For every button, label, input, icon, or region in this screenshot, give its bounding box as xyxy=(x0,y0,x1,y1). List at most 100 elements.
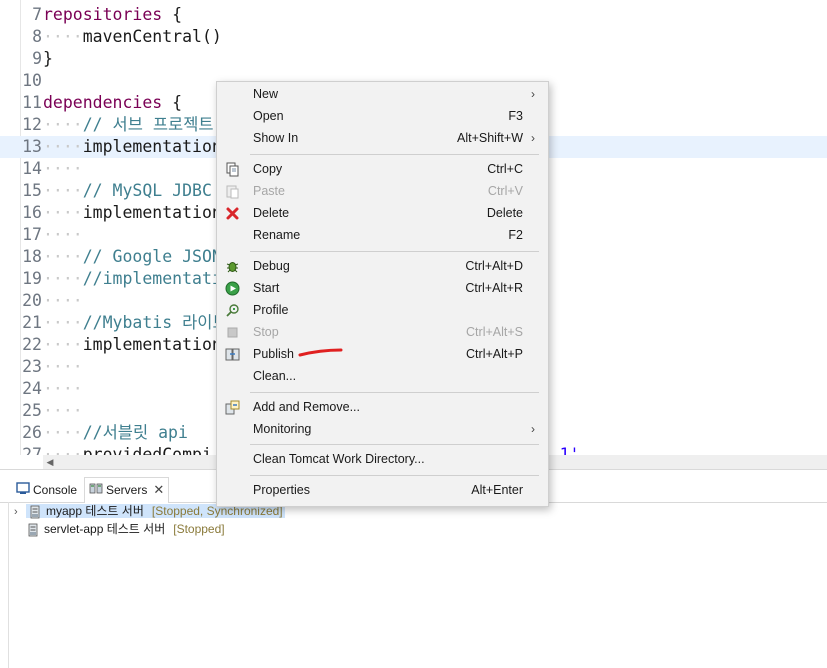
line-number: 19 xyxy=(22,269,42,288)
code-text: ····mavenCentral() xyxy=(43,26,222,48)
tab-servers[interactable]: Servers ✕ xyxy=(84,477,170,503)
menu-separator xyxy=(250,154,539,155)
line-number: 7 xyxy=(32,5,42,24)
line-number: 23 xyxy=(22,357,42,376)
menu-item-shortcut: F2 xyxy=(508,228,523,242)
menu-item-publish[interactable]: Publish Ctrl+Alt+P xyxy=(217,343,548,365)
menu-item-shortcut: Delete xyxy=(486,206,523,220)
code-text: repositories { xyxy=(43,4,182,26)
menu-item-shortcut: Alt+Enter xyxy=(471,483,523,497)
menu-item-open[interactable]: Open F3 xyxy=(217,105,548,127)
menu-item-properties[interactable]: Properties Alt+Enter xyxy=(217,479,548,501)
menu-separator xyxy=(250,475,539,476)
code-text: ····// 서브 프로젝트 xyxy=(43,114,214,136)
publish-icon xyxy=(225,347,240,362)
menu-item-label: Paste xyxy=(253,184,285,198)
code-text: ····// Google JSON xyxy=(43,246,222,268)
menu-item-label: Start xyxy=(253,281,280,295)
menu-item-debug[interactable]: Debug Ctrl+Alt+D xyxy=(217,255,548,277)
code-token: repositories xyxy=(43,5,163,24)
line-number: 17 xyxy=(22,225,42,244)
menu-item-label: Debug xyxy=(253,259,290,273)
menu-item-shortcut: Alt+Shift+W xyxy=(457,131,523,145)
code-token: //implementatio xyxy=(82,269,232,288)
whitespace-marker: ···· xyxy=(43,203,83,222)
menu-separator xyxy=(250,251,539,252)
menu-separator xyxy=(250,444,539,445)
menu-item-clean[interactable]: Clean... xyxy=(217,365,548,387)
annotation-mark xyxy=(298,348,343,357)
tab-console[interactable]: Console xyxy=(16,478,77,502)
context-menu: New › Open F3 Show In Alt+Shift+W › Copy Ctrl+C P… xyxy=(216,81,549,507)
chevron-right-icon[interactable]: › xyxy=(14,503,26,521)
whitespace-marker: ···· xyxy=(43,269,83,288)
tab-console-label: Console xyxy=(33,483,78,497)
panel-divider xyxy=(8,502,9,668)
whitespace-marker: ···· xyxy=(43,247,83,266)
console-icon xyxy=(16,479,30,503)
line-number: 15 xyxy=(22,181,42,200)
code-token: dependencies xyxy=(43,93,163,112)
code-line[interactable]: 8 ····mavenCentral() xyxy=(0,26,827,48)
code-text: ···· xyxy=(43,378,83,400)
menu-item-label: Add and Remove... xyxy=(253,400,361,414)
menu-item-delete[interactable]: Delete Delete xyxy=(217,202,548,224)
code-text: ····// MySQL JDBC D xyxy=(43,180,232,202)
code-text: ···· xyxy=(43,400,83,422)
line-number: 14 xyxy=(22,159,42,178)
line-number: 22 xyxy=(22,335,42,354)
code-token: // Google JSON xyxy=(82,247,222,266)
code-text: ····implementation xyxy=(43,334,222,356)
menu-item-rename[interactable]: Rename F2 xyxy=(217,224,548,246)
scroll-left-icon[interactable]: ◀ xyxy=(43,455,57,469)
code-token: { xyxy=(162,5,183,24)
menu-item-add-and-remove[interactable]: Add and Remove... xyxy=(217,396,548,418)
menu-item-label: Profile xyxy=(253,303,289,317)
whitespace-marker: ···· xyxy=(43,401,83,420)
menu-item-start[interactable]: Start Ctrl+Alt+R xyxy=(217,277,548,299)
code-text: } xyxy=(43,48,53,70)
line-number: 21 xyxy=(22,313,42,332)
server-icon xyxy=(28,505,42,519)
line-number: 11 xyxy=(22,93,42,112)
menu-item-copy[interactable]: Copy Ctrl+C xyxy=(217,158,548,180)
whitespace-marker: ···· xyxy=(43,181,83,200)
code-token: implementation xyxy=(82,335,222,354)
menu-item-shortcut: Ctrl+Alt+D xyxy=(465,259,523,273)
close-icon[interactable]: ✕ xyxy=(153,482,164,497)
menu-item-label: Copy xyxy=(253,162,283,176)
server-name: servlet-app 테스트 서버 xyxy=(44,522,166,536)
line-number: 24 xyxy=(22,379,42,398)
chevron-right-icon: › xyxy=(531,87,535,101)
code-line[interactable]: 9} xyxy=(0,48,827,70)
whitespace-marker: ···· xyxy=(43,423,83,442)
menu-item-label: Clean... xyxy=(253,369,297,383)
code-line[interactable]: 7 repositories { xyxy=(0,4,827,26)
stop-icon xyxy=(225,325,240,340)
menu-item-label: Open xyxy=(253,109,284,123)
whitespace-marker: ···· xyxy=(43,115,83,134)
menu-item-show-in[interactable]: Show In Alt+Shift+W › xyxy=(217,127,548,149)
menu-item-new[interactable]: New › xyxy=(217,83,548,105)
code-token: implementation xyxy=(82,203,222,222)
menu-item-monitoring[interactable]: Monitoring › xyxy=(217,418,548,440)
server-row-servlet-app[interactable]: servlet-app 테스트 서버 [Stopped] xyxy=(14,520,225,538)
server-icon xyxy=(26,523,40,537)
menu-item-shortcut: F3 xyxy=(508,109,523,123)
menu-item-profile[interactable]: Profile xyxy=(217,299,548,321)
menu-item-label: Show In xyxy=(253,131,299,145)
menu-item-label: Delete xyxy=(253,206,290,220)
menu-item-paste: Paste Ctrl+V xyxy=(217,180,548,202)
code-text: ····//implementatio xyxy=(43,268,232,290)
code-token: implementation xyxy=(82,137,222,156)
menu-item-clean-tomcat-work-directory[interactable]: Clean Tomcat Work Directory... xyxy=(217,448,548,470)
line-number: 9 xyxy=(32,49,42,68)
menu-item-label: New xyxy=(253,87,279,101)
code-text: dependencies { xyxy=(43,92,182,114)
profile-icon xyxy=(225,303,240,318)
whitespace-marker: ···· xyxy=(43,27,83,46)
menu-item-shortcut: Ctrl+Alt+S xyxy=(466,325,523,339)
code-token: //서블릿 api xyxy=(82,423,188,442)
menu-item-label: Publish xyxy=(253,347,294,361)
code-token: // MySQL JDBC D xyxy=(82,181,232,200)
